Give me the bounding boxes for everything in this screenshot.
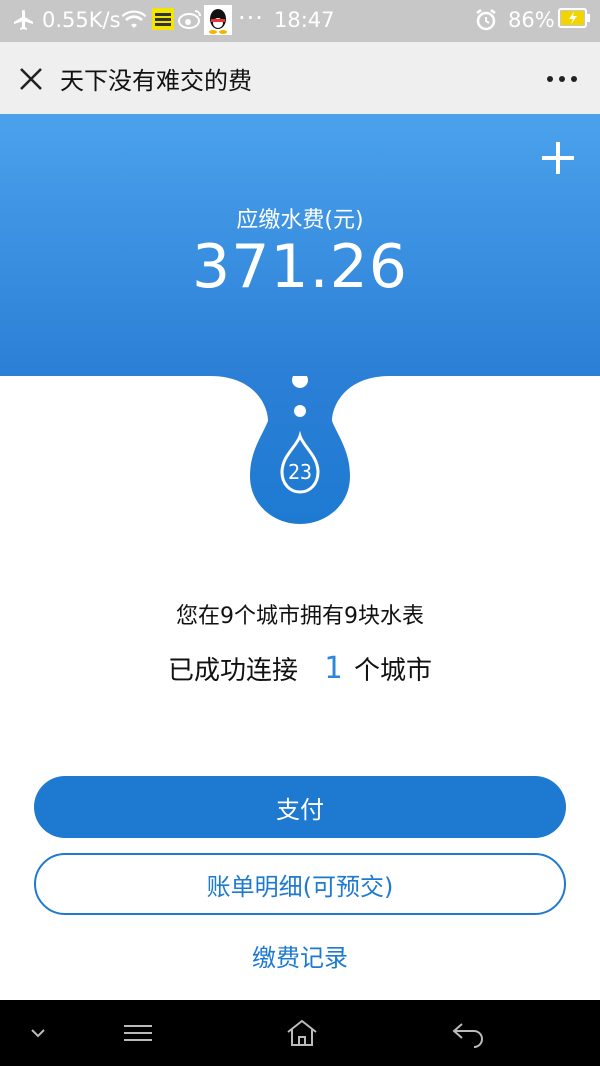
amount-value: 371.26 xyxy=(192,232,408,302)
home-icon[interactable] xyxy=(282,1018,322,1048)
status-bar: 0.55K/s ··· 18:47 86% xyxy=(0,0,600,42)
drop-number: 23 xyxy=(287,460,313,484)
weibo-icon xyxy=(178,8,202,30)
more-notifications-icon: ··· xyxy=(238,4,264,32)
close-icon[interactable] xyxy=(16,64,46,94)
amount-panel: 应缴水费(元) 371.26 xyxy=(0,114,600,376)
connected-prefix: 已成功连接 xyxy=(167,656,298,686)
clock: 18:47 xyxy=(274,8,335,32)
chevron-down-icon[interactable] xyxy=(22,1018,62,1048)
connected-cities: 已成功连接 1 个城市 xyxy=(0,650,600,687)
payment-record-link[interactable]: 缴费记录 xyxy=(0,938,600,973)
system-nav-bar xyxy=(0,1000,600,1066)
wifi-icon xyxy=(122,8,146,30)
more-options-icon[interactable] xyxy=(542,64,582,94)
back-icon[interactable] xyxy=(448,1018,488,1048)
app-header: 天下没有难交的费 xyxy=(0,42,600,114)
battery-level: 86% xyxy=(508,8,555,32)
pay-button[interactable]: 支付 xyxy=(34,776,566,838)
connected-count: 1 xyxy=(323,651,343,686)
add-icon[interactable] xyxy=(540,140,576,176)
connected-suffix: 个城市 xyxy=(354,656,433,686)
meter-summary: 您在9个城市拥有9块水表 xyxy=(176,604,424,629)
menu-icon[interactable] xyxy=(118,1018,158,1048)
airplane-mode-icon xyxy=(12,8,36,32)
alarm-icon xyxy=(474,8,498,32)
network-speed: 0.55K/s xyxy=(42,8,121,32)
battery-charging-icon xyxy=(558,8,590,28)
amount-label: 应缴水费(元) xyxy=(236,208,364,233)
bill-details-button[interactable]: 账单明细(可预交) xyxy=(34,853,566,915)
page-title: 天下没有难交的费 xyxy=(60,67,252,95)
qq-icon xyxy=(204,5,232,35)
notification-app-icon xyxy=(152,8,174,30)
water-drop-graphic xyxy=(210,376,390,524)
